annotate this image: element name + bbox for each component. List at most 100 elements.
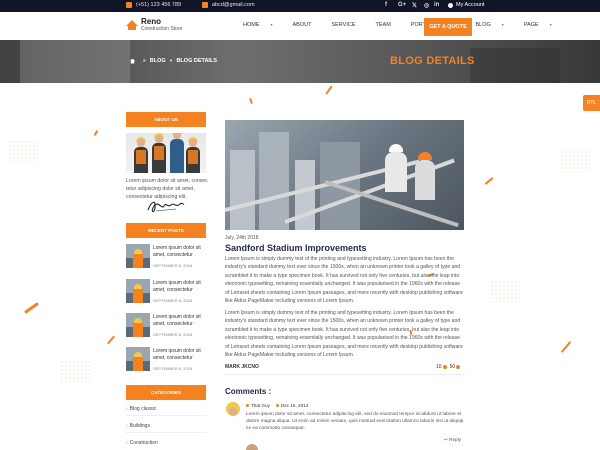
decorative-dots (490, 280, 520, 302)
nav-blog-label: BLOG (475, 22, 491, 28)
facebook-icon[interactable]: f (385, 2, 387, 8)
heart-icon[interactable] (442, 365, 447, 369)
post-featured-image (225, 120, 464, 230)
main-nav: HOME▾ ABOUT SERVICE TEAM PORTFOLIO▾ BLOG… (243, 22, 572, 28)
email-contact[interactable]: abcd@gmail.com (202, 2, 255, 8)
user-icon (448, 2, 453, 8)
nav-page-label: PAGE (523, 22, 539, 28)
phone-number: (+51) 123 456 789 (136, 2, 182, 8)
nav-about[interactable]: ABOUT (293, 22, 322, 28)
recent-post-title[interactable]: Lorem ipsum dolor sit amet, consectetur (153, 280, 211, 294)
recent-post-thumbnail[interactable] (126, 313, 150, 337)
decorative-dots (60, 360, 90, 382)
comment-icon[interactable] (456, 365, 461, 369)
decorative-dots (8, 140, 38, 162)
category-item[interactable]: › Buildings (126, 423, 206, 433)
categories-heading: CATEGORIES (126, 385, 206, 400)
comment-meta: That Guy Dec 16, 2014 (246, 403, 308, 408)
banner-shape (20, 40, 130, 83)
signature-image (147, 201, 185, 213)
breadcrumb-blog[interactable]: BLOG (150, 58, 166, 64)
instagram-icon[interactable]: ◎ (424, 2, 429, 9)
my-account-link[interactable]: My Account (448, 2, 484, 8)
chevron-right-icon: › (126, 423, 128, 429)
category-item[interactable]: › Blog classic (126, 406, 206, 416)
comments-heading: Comments : (225, 387, 272, 396)
my-account-label: My Account (456, 2, 485, 8)
decorative-dots (560, 150, 590, 172)
comment-text: Lorem ipsum dolor sit amet, consectetur … (246, 412, 464, 431)
nav-team[interactable]: TEAM (376, 22, 401, 28)
recent-post-title[interactable]: Lorem ipsum dolor sit amet, consectetur (153, 245, 211, 259)
logo-tagline: Construction Store (141, 26, 183, 32)
decorative-confetti (325, 85, 333, 95)
top-bar: (+51) 123 456 789 abcd@gmail.com f G+ 𝕏 … (0, 0, 600, 12)
nav-about-label: ABOUT (292, 22, 312, 28)
recent-posts-heading: RECENT POSTS (126, 223, 206, 238)
linkedin-icon[interactable]: in (434, 2, 439, 8)
recent-post-thumbnail[interactable] (126, 347, 150, 371)
recent-post-date: SEPTEMBER 6, 2018 (153, 263, 193, 268)
recent-post-date: SEPTEMBER 6, 2018 (153, 366, 193, 371)
category-label: Construction (129, 440, 158, 446)
decorative-confetti (24, 302, 39, 314)
nav-blog[interactable]: BLOG ▾ (476, 22, 514, 28)
site-header: Reno Construction Store HOME ▾ ABOUT SERV… (0, 12, 600, 40)
email-address: abcd@gmail.com (212, 2, 255, 8)
about-us-image (126, 133, 206, 173)
google-plus-icon[interactable]: G+ (398, 2, 406, 8)
get-a-quote-button[interactable]: GET A QUOTE (424, 18, 472, 36)
chevron-down-icon: ▾ (549, 22, 552, 27)
logo[interactable]: Reno Construction Store (126, 18, 182, 32)
decorative-confetti (93, 129, 99, 137)
reply-button[interactable]: ↩ Reply (444, 437, 461, 443)
recent-post-title[interactable]: Lorem ipsum dolor sit amet, consectetur (153, 348, 211, 362)
nav-home[interactable]: HOME ▾ (243, 22, 283, 28)
recent-post-date: SEPTEMBER 6, 2018 (153, 332, 193, 337)
home-icon[interactable] (130, 58, 135, 64)
comment-author[interactable]: That Guy (251, 403, 270, 408)
nav-page[interactable]: PAGE ▾ (524, 22, 562, 28)
about-us-heading: ABOUT US (126, 112, 206, 127)
avatar (226, 402, 240, 416)
post-author[interactable]: MARK JKCNO (225, 364, 259, 370)
avatar (246, 444, 258, 450)
post-stats: 10 50 (436, 364, 463, 370)
phone-icon (126, 2, 132, 8)
decorative-confetti (107, 335, 115, 345)
chevron-right-icon: › (126, 406, 128, 412)
divider (225, 374, 465, 375)
post-paragraph: Lorem Ipsum is simply dummy text of the … (225, 256, 463, 305)
post-date: July, 24th 2018 (225, 235, 259, 241)
reply-icon: ↩ (444, 437, 448, 442)
nav-team-label: TEAM (375, 22, 391, 28)
category-label: Blog classic (129, 406, 157, 412)
rtl-toggle[interactable]: RTL (583, 95, 600, 111)
likes-count: 10 (436, 364, 442, 370)
decorative-confetti (560, 340, 572, 354)
decorative-confetti (249, 97, 253, 105)
page-title: BLOG DETAILS (390, 55, 475, 67)
recent-post-thumbnail[interactable] (126, 244, 150, 268)
breadcrumb-separator: » (169, 58, 173, 64)
recent-post-title[interactable]: Lorem ipsum dolor sit amet, consectetur (153, 314, 211, 328)
decorative-confetti (484, 177, 494, 185)
nav-service[interactable]: SERVICE (331, 22, 365, 28)
page-banner (0, 40, 600, 83)
breadcrumb: » BLOG » BLOG DETAILS (130, 58, 217, 64)
logo-house-icon (126, 20, 138, 30)
phone-contact[interactable]: (+51) 123 456 789 (126, 2, 181, 8)
category-item[interactable]: › Construction (126, 440, 206, 449)
reply-label: Reply (449, 437, 461, 442)
category-label: Buildings (129, 423, 150, 429)
chevron-right-icon: › (126, 440, 128, 446)
post-paragraph: Lorem Ipsum is simply dummy text of the … (225, 310, 463, 359)
breadcrumb-current: BLOG DETAILS (176, 58, 217, 64)
nav-home-label: HOME (243, 22, 260, 28)
comments-count: 50 (449, 364, 456, 370)
breadcrumb-separator: » (143, 58, 146, 64)
twitter-icon[interactable]: 𝕏 (412, 2, 417, 9)
logo-name: Reno (141, 17, 161, 26)
comment-date: Dec 16, 2014 (280, 403, 309, 408)
recent-post-thumbnail[interactable] (126, 279, 150, 303)
